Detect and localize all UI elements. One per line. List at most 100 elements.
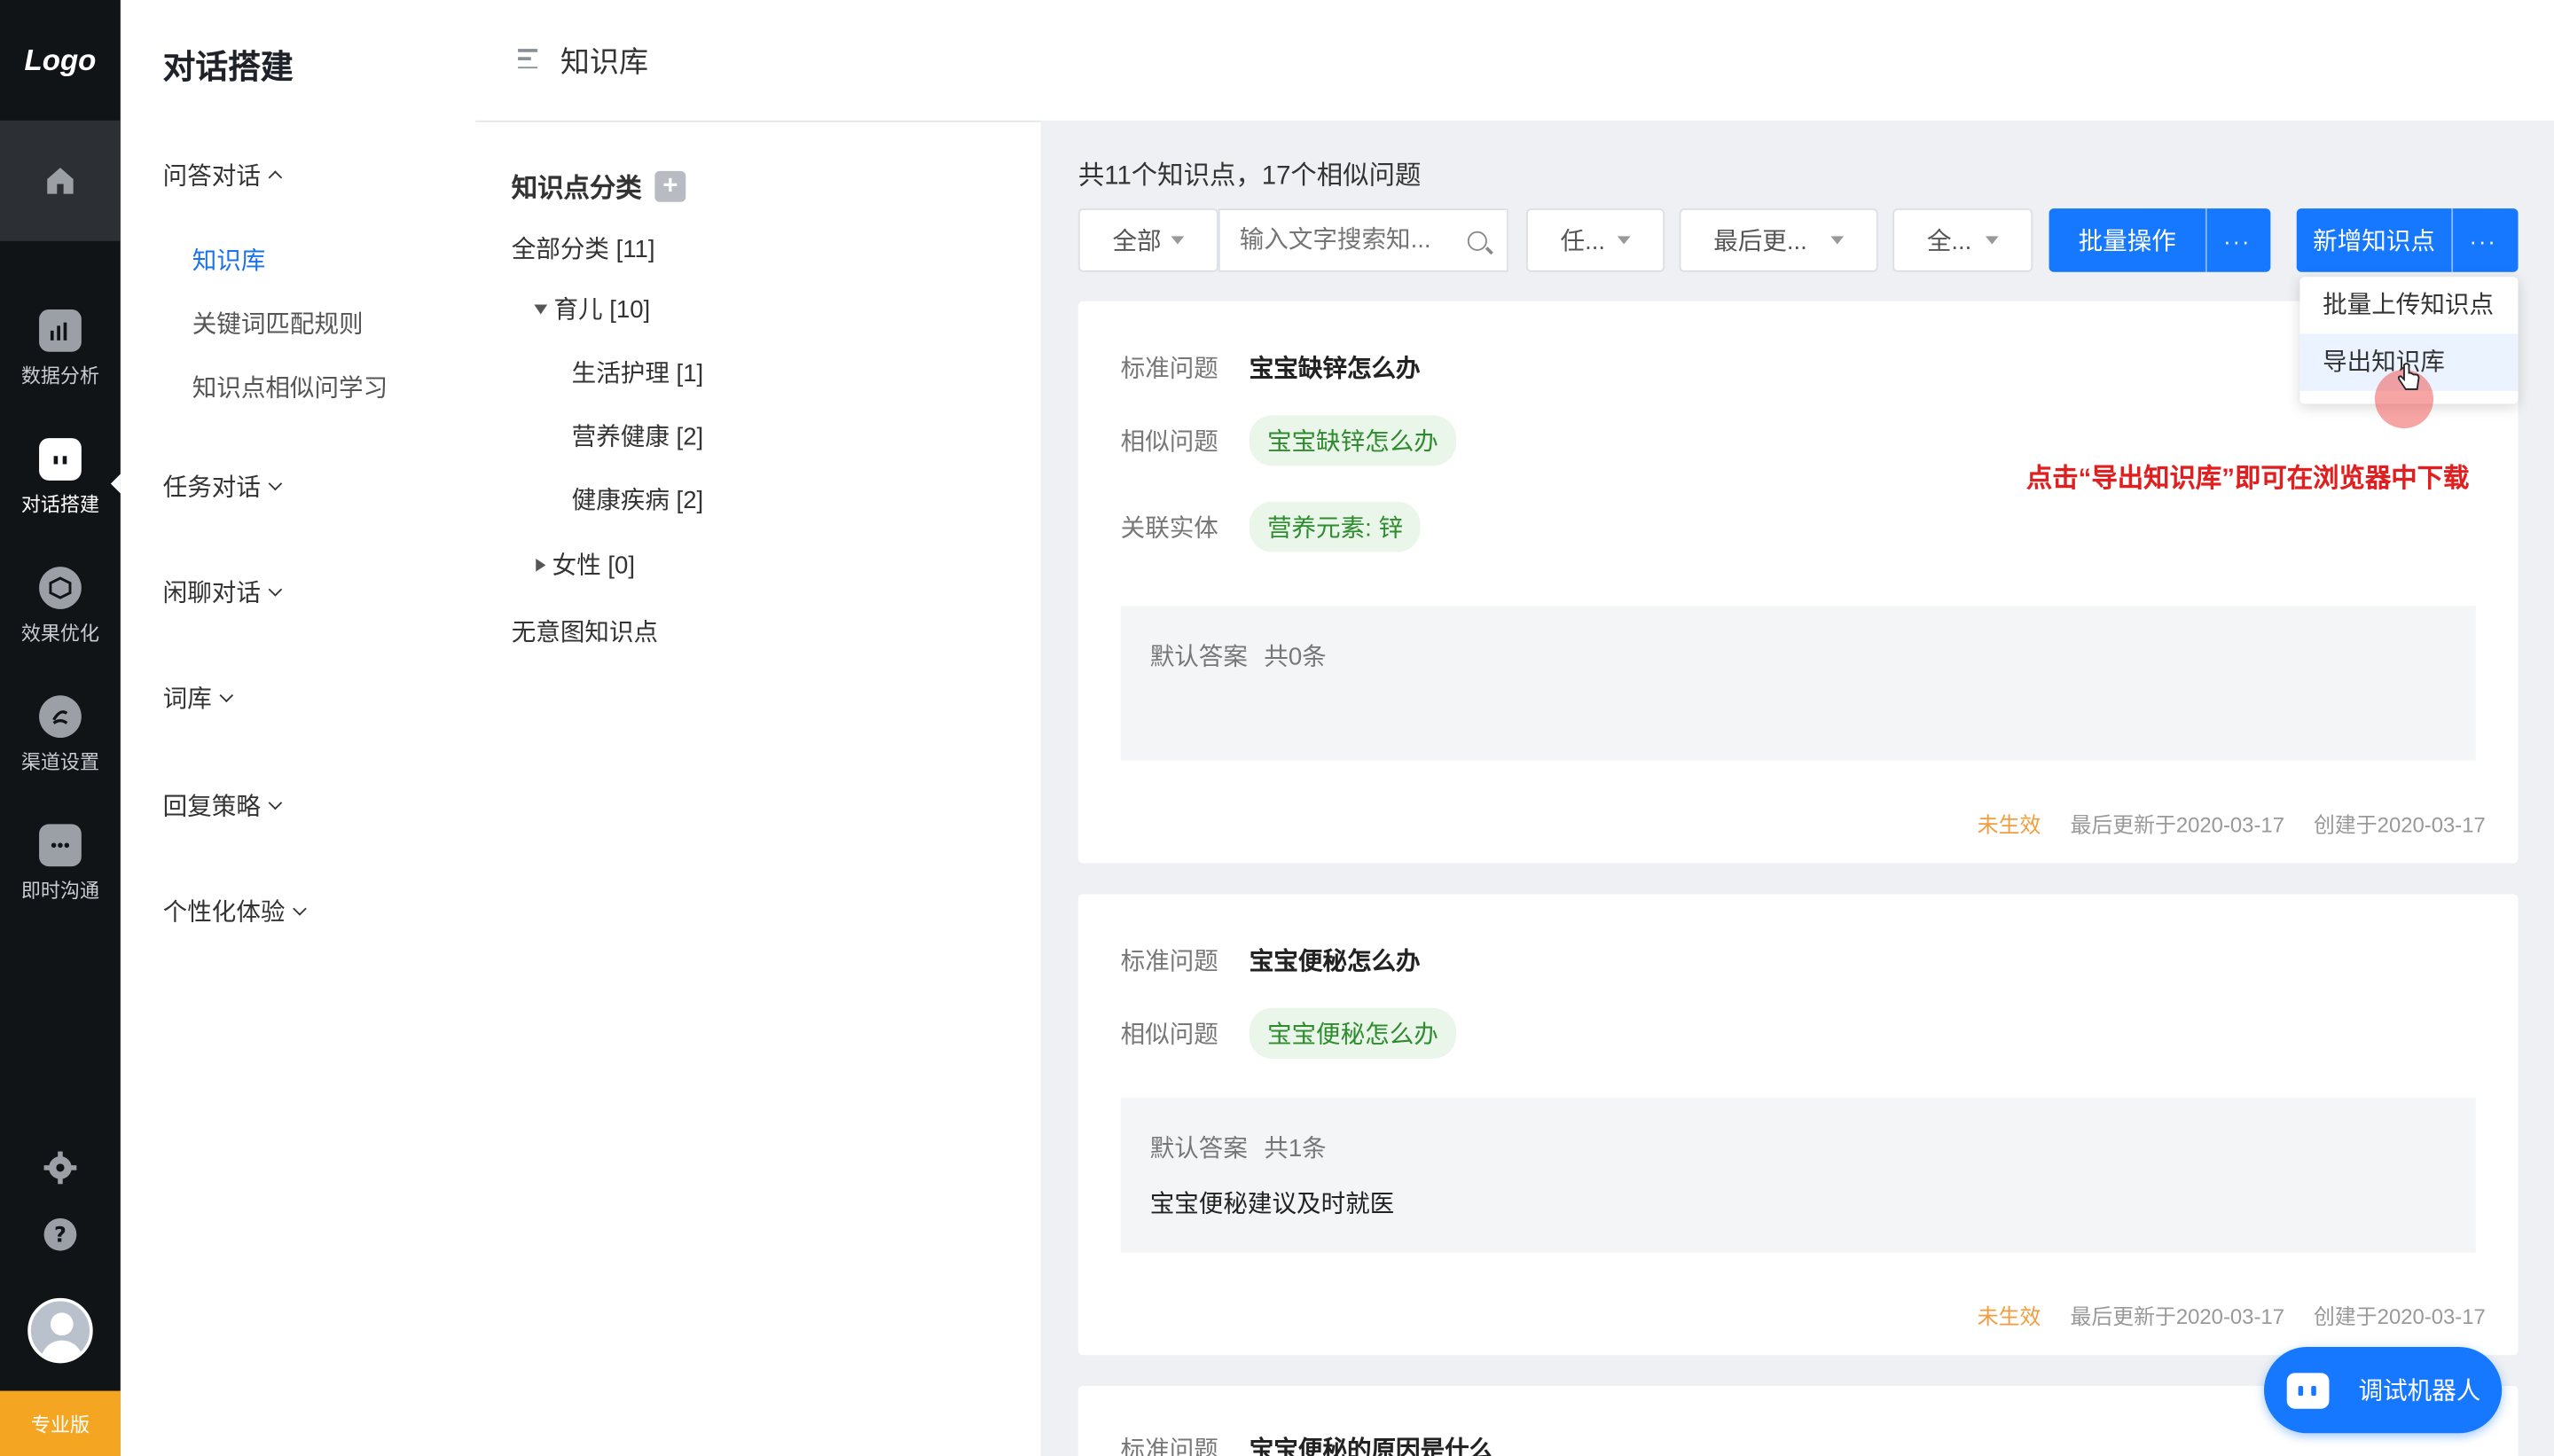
search-input[interactable] (1239, 226, 1452, 254)
summary-text: 共11个知识点，17个相似问题 (1077, 162, 1422, 191)
page-title: 知识库 (560, 45, 649, 79)
rail-item-channels[interactable]: 渠道设置 (0, 695, 121, 775)
standard-question-row: 标准问题 宝宝便秘的原因是什么 (1121, 1431, 1494, 1456)
field-label: 标准问题 (1120, 355, 1218, 383)
filter-select-2[interactable]: 任... (1525, 208, 1665, 272)
menu-item-knowledge-base[interactable]: 知识库 (192, 243, 266, 278)
menu-group-label: 回复策略 (162, 793, 261, 821)
menu-group-label: 闲聊对话 (162, 579, 261, 608)
rail-item-dialog-build[interactable]: 对话搭建 (0, 438, 121, 518)
instruction-hint: 点击“导出知识库”即可在浏览器中下载 (2025, 466, 2470, 494)
home-icon (47, 168, 74, 194)
secondary-menu: 对话搭建 问答对话 知识库 关键词匹配规则 知识点相似问学习 任务对话 闲聊对话… (120, 0, 476, 1456)
channel-icon (39, 695, 82, 739)
select-value: 任... (1560, 228, 1606, 256)
menu-group-lexicon[interactable]: 词库 (163, 681, 234, 716)
entity-tag[interactable]: 营养元素: 锌 (1249, 501, 1422, 552)
category-no-intent[interactable]: 无意图知识点 (512, 614, 658, 648)
help-icon: ? (43, 1217, 77, 1251)
similar-question-tag[interactable]: 宝宝便秘怎么办 (1249, 1007, 1457, 1059)
category-life-care[interactable]: 生活护理 [1] (572, 355, 704, 389)
top-bar: 知识库 (475, 0, 2554, 121)
menu-group-label: 任务对话 (162, 474, 261, 502)
search-icon[interactable] (1467, 230, 1487, 250)
menu-group-qa[interactable]: 问答对话 (162, 158, 283, 192)
menu-item-keyword-rules[interactable]: 关键词匹配规则 (192, 306, 364, 341)
rail-label: 对话搭建 (20, 493, 100, 517)
left-rail: Logo 数据分析 对话搭建 效果优化 渠道设置 即时沟通 ? 专业版 (0, 0, 121, 1456)
field-label: 相似问题 (1120, 428, 1218, 457)
entity-row: 关联实体 营养元素: 锌 (1121, 501, 1422, 552)
knowledge-card[interactable]: 标准问题 宝宝便秘怎么办 相似问题 宝宝便秘怎么办 默认答案 共1条 宝宝便秘建… (1077, 894, 2519, 1356)
filter-select-4[interactable]: 全... (1892, 208, 2033, 272)
button-label: 调试机器人 (2358, 1377, 2481, 1406)
add-knowledge-button[interactable]: 新增知识点 ··· (2296, 208, 2519, 272)
rail-label: 效果优化 (20, 622, 100, 646)
category-women[interactable]: 女性 [0] (536, 547, 635, 582)
standard-question-row: 标准问题 宝宝缺锌怎么办 (1121, 350, 1421, 385)
menu-group-label: 问答对话 (162, 162, 261, 191)
menu-group-personalization[interactable]: 个性化体验 (163, 894, 307, 928)
menu-item-batch-upload[interactable]: 批量上传知识点 (2299, 277, 2518, 333)
menu-group-task[interactable]: 任务对话 (162, 469, 283, 504)
category-label: 育儿 [10] (553, 296, 651, 325)
avatar[interactable] (27, 1297, 93, 1364)
chevron-down-icon (268, 795, 283, 810)
standard-question: 宝宝便秘的原因是什么 (1249, 1436, 1494, 1456)
help-button[interactable]: ? (0, 1217, 121, 1252)
chevron-down-icon (268, 582, 283, 596)
field-label: 相似问题 (1120, 1021, 1218, 1049)
similar-question-tag[interactable]: 宝宝缺锌怎么办 (1249, 415, 1457, 466)
menu-group-reply-strategy[interactable]: 回复策略 (162, 788, 283, 823)
select-value: 全... (1926, 228, 1972, 256)
select-value: 最后更... (1713, 228, 1807, 256)
rail-item-optimize[interactable]: 效果优化 (0, 567, 121, 646)
caret-down-icon (1985, 236, 1999, 245)
category-heading: 知识点分类 + (512, 166, 686, 205)
batch-operation-button[interactable]: 批量操作 ··· (2049, 208, 2271, 272)
created-time: 创建于2020-03-17 (2314, 812, 2486, 838)
chevron-down-icon (219, 687, 234, 702)
scope-select[interactable]: 全部 (1077, 208, 1218, 272)
answer-count: 共0条 (1264, 643, 1327, 671)
expand-down-icon[interactable] (534, 303, 548, 314)
category-disease[interactable]: 健康疾病 [2] (572, 482, 704, 517)
menu-toggle-icon[interactable] (518, 49, 538, 69)
category-parenting[interactable]: 育儿 [10] (534, 292, 650, 326)
card-meta: 未生效 最后更新于2020-03-17 创建于2020-03-17 (1978, 1300, 2486, 1331)
default-answer-box: 默认答案 共0条 (1120, 606, 2476, 761)
caret-down-icon (1171, 236, 1185, 245)
answer-label: 默认答案 (1149, 1135, 1248, 1163)
edition-badge: 专业版 (0, 1390, 121, 1456)
button-label[interactable]: 批量操作 (2049, 208, 2205, 272)
card-meta: 未生效 最后更新于2020-03-17 创建于2020-03-17 (1978, 808, 2486, 839)
more-icon[interactable]: ··· (2205, 208, 2268, 272)
menu-item-similar-learning[interactable]: 知识点相似问学习 (192, 370, 388, 404)
home-button[interactable] (0, 120, 121, 241)
filter-select-3[interactable]: 最后更... (1679, 208, 1878, 272)
created-time: 创建于2020-03-17 (2314, 1304, 2486, 1329)
add-category-icon[interactable]: + (654, 169, 686, 201)
settings-button[interactable] (0, 1150, 121, 1186)
rail-item-chat[interactable]: 即时沟通 (0, 824, 121, 904)
svg-text:?: ? (54, 1222, 67, 1247)
cube-icon (39, 567, 82, 609)
category-all[interactable]: 全部分类 [11] (512, 231, 655, 266)
menu-group-chitchat[interactable]: 闲聊对话 (162, 575, 283, 609)
rail-item-analytics[interactable]: 数据分析 (0, 309, 121, 389)
button-label[interactable]: 新增知识点 (2297, 208, 2452, 272)
chat-bubble-icon (39, 824, 82, 867)
more-icon[interactable]: ··· (2451, 208, 2513, 272)
search-field[interactable] (1218, 208, 1508, 272)
updated-time: 最后更新于2020-03-17 (2070, 1304, 2284, 1329)
chevron-up-icon (268, 170, 283, 184)
main-content: 共11个知识点，17个相似问题 全部 任... 最后更... 全... 批量操作… (1040, 120, 2554, 1456)
category-nutrition[interactable]: 营养健康 [2] (572, 419, 704, 453)
category-heading-label: 知识点分类 (511, 176, 642, 204)
rail-label: 数据分析 (20, 364, 100, 388)
menu-title: 对话搭建 (162, 50, 294, 87)
expand-right-icon[interactable] (536, 558, 546, 571)
status-badge: 未生效 (1977, 812, 2041, 838)
debug-robot-button[interactable]: 调试机器人 (2264, 1346, 2503, 1434)
answer-header: 默认答案 共1条 (1150, 1131, 1327, 1165)
